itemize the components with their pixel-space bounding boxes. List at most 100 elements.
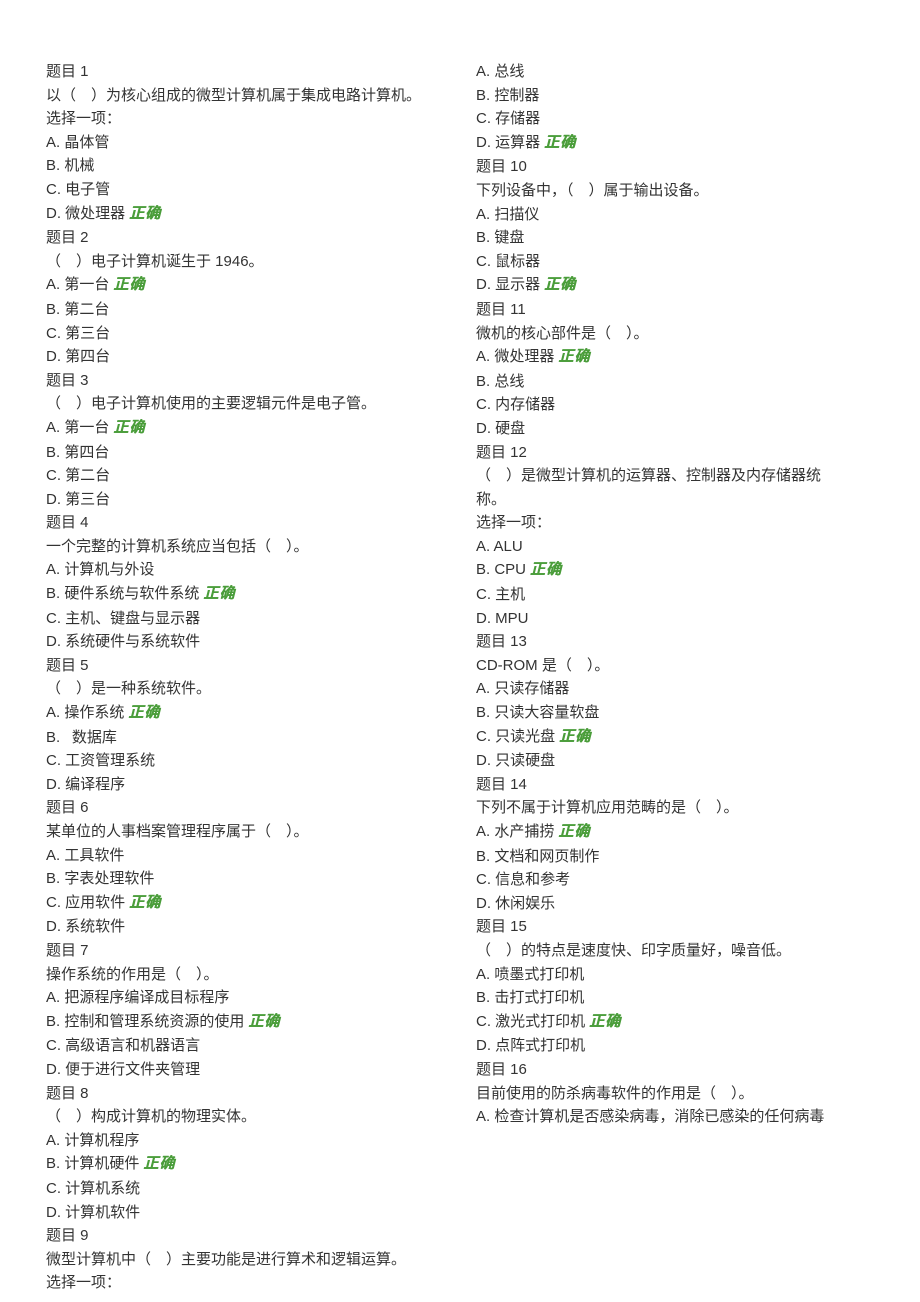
line-text: 题目 3 <box>46 372 89 389</box>
line-text: （ ）的特点是速度快、印字质量好，噪音低。 <box>476 942 791 959</box>
text-line: 题目 3 <box>46 369 444 393</box>
text-line: 题目 1 <box>46 60 444 84</box>
line-text: D. 显示器 <box>476 276 540 293</box>
line-text: A. 扫描仪 <box>476 206 539 223</box>
text-line: A. 第一台正确 <box>46 416 444 441</box>
line-text: B. 数据库 <box>46 729 117 746</box>
text-line: D. 系统硬件与系统软件 <box>46 630 444 654</box>
text-line: B. 字表处理软件 <box>46 867 444 891</box>
text-line: 下列设备中，（ ）属于输出设备。 <box>476 179 874 203</box>
text-line: B. 数据库 <box>46 726 444 750</box>
line-text: A. 工具软件 <box>46 847 124 864</box>
text-line: D. 微处理器正确 <box>46 202 444 227</box>
correct-badge: 正确 <box>129 895 161 911</box>
line-text: 题目 6 <box>46 799 89 816</box>
line-text: 题目 4 <box>46 514 89 531</box>
text-line: C. 激光式打印机正确 <box>476 1010 874 1035</box>
line-text: A. 操作系统 <box>46 704 124 721</box>
line-text: C. 存储器 <box>476 110 540 127</box>
text-line: 称。 <box>476 488 874 512</box>
text-line: 选择一项： <box>46 1271 444 1295</box>
text-line: C. 主机 <box>476 583 874 607</box>
text-line: A. 扫描仪 <box>476 203 874 227</box>
correct-badge: 正确 <box>558 824 590 840</box>
text-line: B. 机械 <box>46 154 444 178</box>
line-text: 题目 2 <box>46 229 89 246</box>
correct-badge: 正确 <box>113 277 145 293</box>
text-line: A. 操作系统正确 <box>46 701 444 726</box>
text-line: D. 便于进行文件夹管理 <box>46 1058 444 1082</box>
line-text: B. 文档和网页制作 <box>476 848 599 865</box>
line-text: B. 击打式打印机 <box>476 989 584 1006</box>
line-text: 称。 <box>476 491 506 508</box>
text-line: A. 喷墨式打印机 <box>476 963 874 987</box>
line-text: 操作系统的作用是（ ）。 <box>46 966 219 983</box>
text-line: （ ）电子计算机使用的主要逻辑元件是电子管。 <box>46 392 444 416</box>
text-line: 操作系统的作用是（ ）。 <box>46 963 444 987</box>
text-line: C. 信息和参考 <box>476 868 874 892</box>
text-line: 题目 16 <box>476 1058 874 1082</box>
line-text: （ ）是一种系统软件。 <box>46 680 211 697</box>
correct-badge: 正确 <box>203 586 235 602</box>
line-text: 题目 11 <box>476 301 526 318</box>
text-line: （ ）是一种系统软件。 <box>46 677 444 701</box>
text-line: B. 硬件系统与软件系统正确 <box>46 582 444 607</box>
text-line: A. 晶体管 <box>46 131 444 155</box>
text-line: （ ）构成计算机的物理实体。 <box>46 1105 444 1129</box>
text-line: C. 第三台 <box>46 322 444 346</box>
text-line: 某单位的人事档案管理程序属于（ ）。 <box>46 820 444 844</box>
text-line: 题目 13 <box>476 630 874 654</box>
text-line: 题目 11 <box>476 298 874 322</box>
line-text: 题目 1 <box>46 63 89 80</box>
line-text: B. 键盘 <box>476 229 524 246</box>
text-line: B. 控制和管理系统资源的使用正确 <box>46 1010 444 1035</box>
correct-badge: 正确 <box>559 729 591 745</box>
text-line: 选择一项： <box>476 511 874 535</box>
line-text: A. 第一台 <box>46 419 109 436</box>
line-text: 微机的核心部件是（ ）。 <box>476 325 649 342</box>
line-text: 题目 12 <box>476 444 527 461</box>
line-text: 下列设备中，（ ）属于输出设备。 <box>476 182 709 199</box>
text-line: C. 应用软件正确 <box>46 891 444 916</box>
text-line: B. 总线 <box>476 370 874 394</box>
text-line: 题目 10 <box>476 155 874 179</box>
text-line: D. 第三台 <box>46 488 444 512</box>
line-text: A. 喷墨式打印机 <box>476 966 584 983</box>
text-line: D. 系统软件 <box>46 915 444 939</box>
line-text: 微型计算机中（ ）主要功能是进行算术和逻辑运算。 <box>46 1251 406 1268</box>
line-text: 以（ ）为核心组成的微型计算机属于集成电路计算机。 <box>46 87 421 104</box>
line-text: D. 编译程序 <box>46 776 125 793</box>
line-text: A. 把源程序编译成目标程序 <box>46 989 229 1006</box>
line-text: D. MPU <box>476 610 529 627</box>
line-text: 题目 13 <box>476 633 527 650</box>
line-text: C. 计算机系统 <box>46 1180 140 1197</box>
text-line: 一个完整的计算机系统应当包括（ ）。 <box>46 535 444 559</box>
text-line: A. 只读存储器 <box>476 677 874 701</box>
text-line: 目前使用的防杀病毒软件的作用是（ ）。 <box>476 1082 874 1106</box>
line-text: 题目 10 <box>476 158 527 175</box>
text-line: D. 编译程序 <box>46 773 444 797</box>
text-line: 题目 9 <box>46 1224 444 1248</box>
text-line: 题目 14 <box>476 773 874 797</box>
line-text: 题目 5 <box>46 657 89 674</box>
text-line: D. 休闲娱乐 <box>476 892 874 916</box>
line-text: 一个完整的计算机系统应当包括（ ）。 <box>46 538 309 555</box>
text-line: A. 水产捕捞正确 <box>476 820 874 845</box>
text-line: 题目 6 <box>46 796 444 820</box>
line-text: D. 只读硬盘 <box>476 752 555 769</box>
line-text: C. 鼠标器 <box>476 253 540 270</box>
text-line: B. 第二台 <box>46 298 444 322</box>
correct-badge: 正确 <box>128 705 160 721</box>
text-line: A. 把源程序编译成目标程序 <box>46 986 444 1010</box>
line-text: 题目 8 <box>46 1085 89 1102</box>
text-line: C. 鼠标器 <box>476 250 874 274</box>
line-text: B. 第二台 <box>46 301 109 318</box>
text-line: A. 总线 <box>476 60 874 84</box>
text-line: A. ALU <box>476 535 874 559</box>
text-line: D. 第四台 <box>46 345 444 369</box>
line-text: （ ）电子计算机诞生于 1946。 <box>46 253 264 270</box>
text-line: C. 存储器 <box>476 107 874 131</box>
line-text: D. 第三台 <box>46 491 110 508</box>
text-line: A. 计算机与外设 <box>46 558 444 582</box>
text-line: B. 只读大容量软盘 <box>476 701 874 725</box>
